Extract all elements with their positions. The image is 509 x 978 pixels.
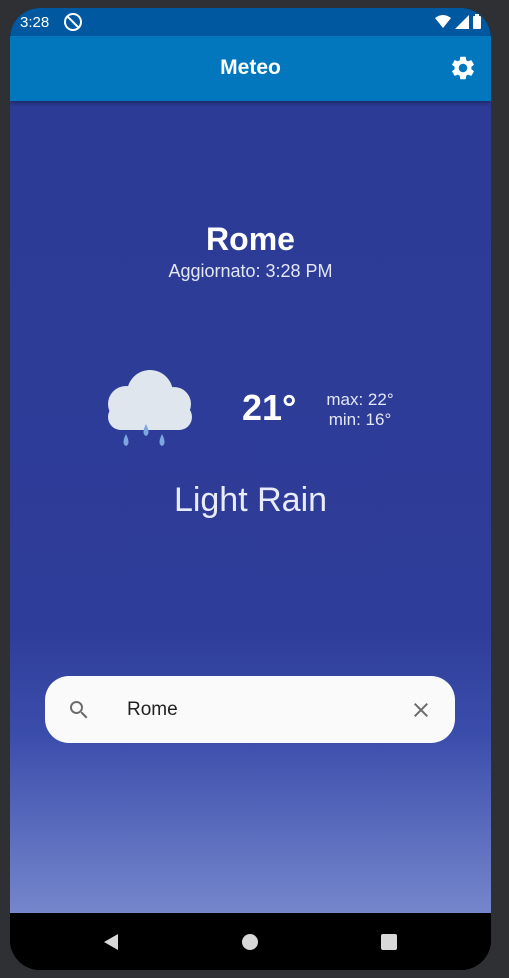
city-name: Rome [206, 221, 295, 257]
gear-icon [452, 56, 474, 80]
clear-search-button[interactable] [409, 698, 433, 722]
max-temperature: max: 22° [326, 390, 394, 409]
status-time: 3:28 [20, 14, 50, 31]
search-icon [70, 701, 88, 719]
updated-time: Aggiornato: 3:28 PM [168, 261, 333, 281]
min-temperature: min: 16° [328, 410, 392, 429]
app-bar: Meteo [10, 36, 491, 101]
wifi-icon [435, 14, 451, 28]
battery-icon [473, 14, 481, 29]
phone-screen: 3:28 Meteo Rome Aggiornato: 3:28 PM 21° … [10, 8, 491, 970]
city-search-box [45, 676, 455, 743]
recents-button[interactable] [380, 933, 398, 956]
weather-content: Rome Aggiornato: 3:28 PM 21° max: 22° mi… [10, 101, 491, 913]
settings-button[interactable] [449, 54, 477, 82]
close-icon [414, 703, 428, 717]
current-temperature: 21° [242, 387, 297, 428]
home-button[interactable] [241, 933, 259, 956]
weather-condition: Light Rain [173, 481, 328, 519]
back-button[interactable] [102, 933, 120, 956]
app-title: Meteo [220, 56, 281, 79]
notification-icon [64, 13, 82, 31]
cloud-rain-icon [100, 366, 200, 458]
min-max-temperature: max: 22° min: 16° [314, 390, 406, 430]
search-input[interactable] [125, 694, 399, 726]
signal-icon [455, 14, 469, 29]
status-bar: 3:28 [10, 8, 491, 36]
back-triangle-icon [104, 934, 118, 950]
navigation-bar [10, 913, 491, 970]
status-icons [435, 14, 481, 29]
recents-square-icon [381, 934, 397, 950]
home-circle-icon [242, 934, 258, 950]
device-frame: 3:28 Meteo Rome Aggiornato: 3:28 PM 21° … [0, 0, 509, 978]
